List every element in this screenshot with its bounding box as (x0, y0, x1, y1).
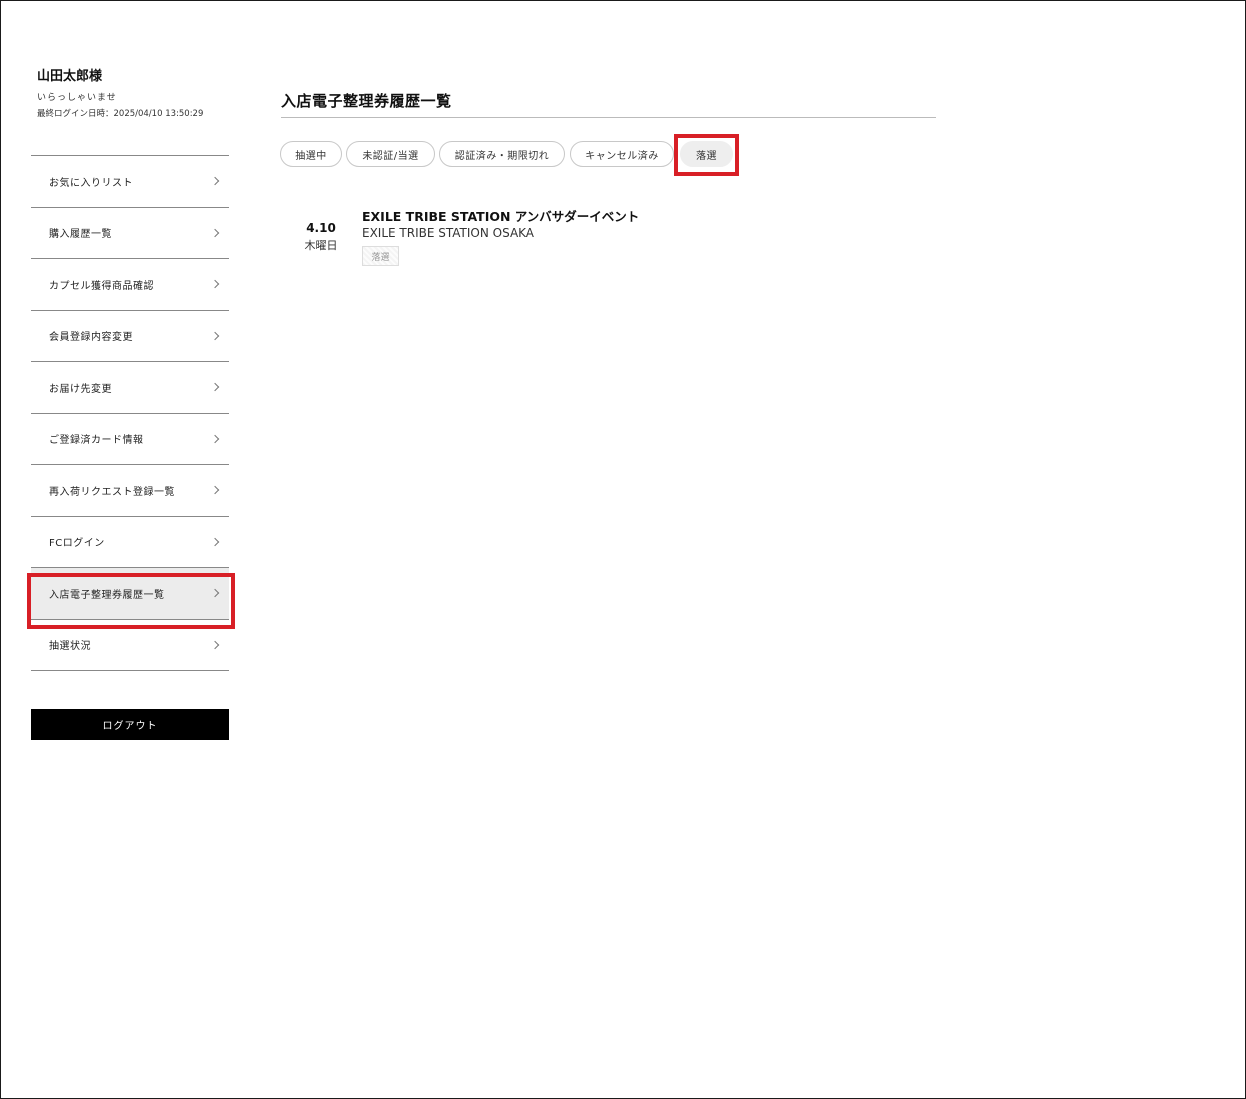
menu-item-lottery-status[interactable]: 抽選状況 (31, 620, 229, 671)
menu-item-label: 会員登録内容変更 (49, 332, 133, 344)
account-menu: お気に入りリスト 購入履歴一覧 カプセル獲得商品確認 会員登録内容変更 お届け先… (31, 155, 229, 671)
event-title[interactable]: EXILE TRIBE STATION アンバサダーイベント (362, 206, 639, 225)
chevron-right-icon (210, 280, 220, 289)
menu-item-label: お気に入りリスト (49, 177, 133, 189)
chevron-right-icon (210, 537, 220, 546)
event-venue: EXILE TRIBE STATION OSAKA (362, 226, 535, 240)
menu-item-label: FCログイン (49, 538, 105, 550)
menu-item-shipping-address[interactable]: お届け先変更 (31, 362, 229, 414)
chevron-right-icon (210, 434, 220, 443)
menu-item-label: カプセル獲得商品確認 (49, 280, 154, 292)
menu-item-capsule-items[interactable]: カプセル獲得商品確認 (31, 259, 229, 311)
event-weekday: 木曜日 (304, 239, 338, 252)
filter-lost[interactable]: 落選 (680, 141, 733, 167)
filter-cancelled[interactable]: キャンセル済み (570, 141, 674, 167)
chevron-right-icon (210, 383, 220, 392)
menu-item-purchase-history[interactable]: 購入履歴一覧 (31, 208, 229, 259)
filter-unverified-won[interactable]: 未認証/当選 (346, 141, 435, 167)
chevron-right-icon (210, 331, 220, 340)
filter-lottery-in-progress[interactable]: 抽選中 (280, 141, 342, 167)
menu-item-label: 抽選状況 (49, 641, 91, 653)
menu-item-label: 購入履歴一覧 (49, 229, 112, 241)
logout-button[interactable]: ログアウト (31, 709, 229, 740)
chevron-right-icon (210, 640, 220, 649)
menu-item-label: 再入荷リクエスト登録一覧 (49, 486, 175, 498)
greeting-text: いらっしゃいませ (37, 93, 117, 103)
page-title: 入店電子整理券履歴一覧 (281, 92, 452, 110)
chevron-right-icon (210, 486, 220, 495)
chevron-right-icon (210, 228, 220, 237)
menu-item-registered-cards[interactable]: ご登録済カード情報 (31, 414, 229, 465)
menu-item-label: お届け先変更 (49, 383, 112, 395)
last-login-text: 最終ログイン日時：2025/04/10 13:50:29 (37, 109, 204, 119)
menu-item-label: 入店電子整理券履歴一覧 (49, 589, 165, 601)
status-badge: 落選 (362, 246, 399, 266)
user-name: 山田太郎様 (37, 69, 103, 84)
chevron-right-icon (210, 177, 220, 186)
menu-item-fc-login[interactable]: FCログイン (31, 517, 229, 568)
chevron-right-icon (210, 589, 220, 598)
divider (281, 117, 936, 118)
filter-verified-expired[interactable]: 認証済み・期限切れ (439, 141, 565, 167)
event-date: 4.10 (306, 221, 336, 235)
menu-item-member-info[interactable]: 会員登録内容変更 (31, 311, 229, 362)
menu-item-entry-ticket-history[interactable]: 入店電子整理券履歴一覧 (31, 568, 229, 620)
menu-item-label: ご登録済カード情報 (49, 435, 144, 447)
menu-item-favorites[interactable]: お気に入りリスト (31, 156, 229, 208)
sidebar: 山田太郎様 いらっしゃいませ 最終ログイン日時：2025/04/10 13:50… (31, 68, 229, 671)
menu-item-restock-requests[interactable]: 再入荷リクエスト登録一覧 (31, 465, 229, 517)
